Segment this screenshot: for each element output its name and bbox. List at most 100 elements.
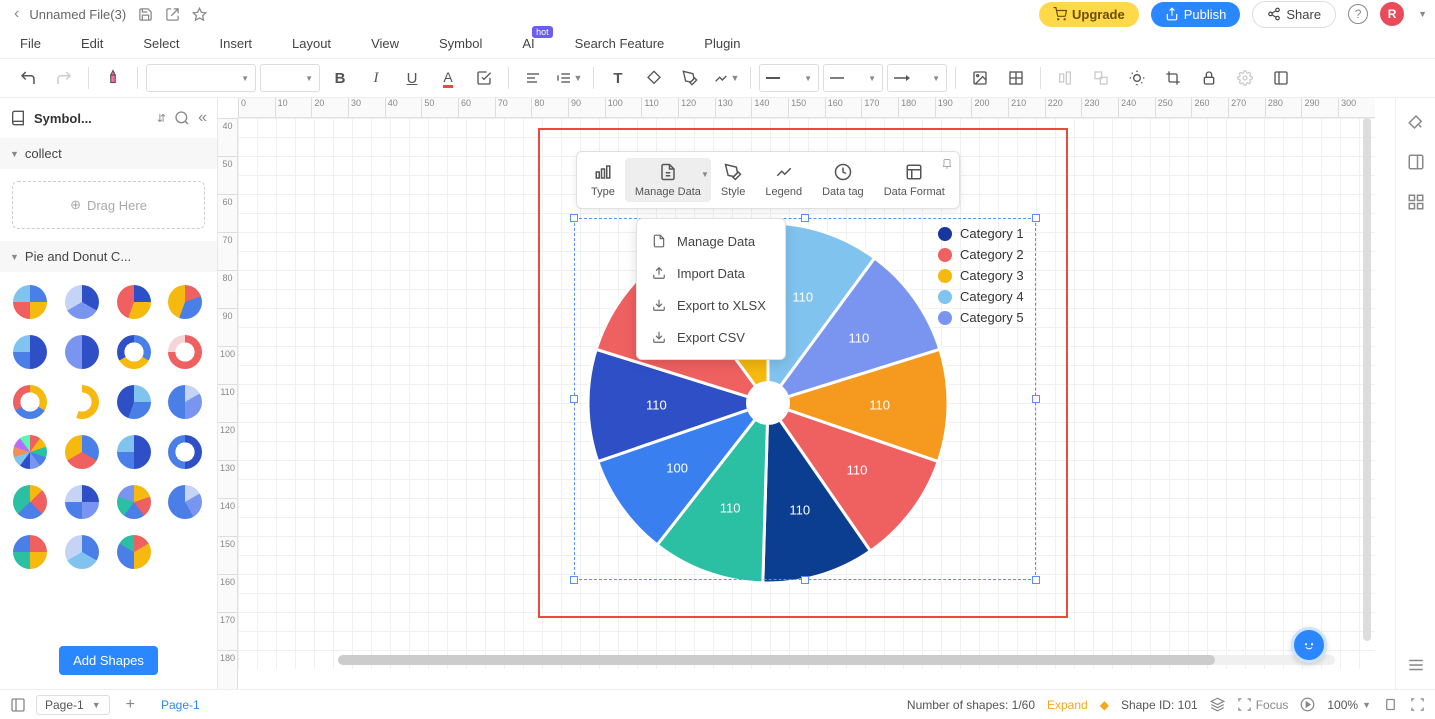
- section-collect[interactable]: ▼collect: [0, 138, 217, 169]
- drag-here-zone[interactable]: ⊕Drag Here: [12, 181, 205, 229]
- shape-thumbnail[interactable]: [62, 332, 102, 372]
- line-weight-select[interactable]: ▼: [759, 64, 819, 92]
- menu-select[interactable]: Select: [143, 36, 179, 51]
- underline-button[interactable]: U: [396, 62, 428, 94]
- toolbar-type[interactable]: Type: [581, 158, 625, 202]
- add-page-button[interactable]: +: [120, 696, 141, 714]
- shape-thumbnail[interactable]: [62, 482, 102, 522]
- menu-plugin[interactable]: Plugin: [704, 36, 740, 51]
- shape-thumbnail[interactable]: [62, 432, 102, 472]
- shape-thumbnail[interactable]: [10, 432, 50, 472]
- expand-button[interactable]: Expand: [1047, 698, 1088, 712]
- toolbar-legend[interactable]: Legend: [755, 158, 812, 202]
- layers-panel-icon[interactable]: [1404, 150, 1428, 174]
- dropdown-export-to-xlsx[interactable]: Export to XLSX: [637, 289, 785, 321]
- fill-panel-icon[interactable]: [1404, 110, 1428, 134]
- shape-thumbnail[interactable]: [114, 532, 154, 572]
- resize-handle[interactable]: [1032, 576, 1040, 584]
- shape-thumbnail[interactable]: [114, 482, 154, 522]
- shape-thumbnail[interactable]: [165, 432, 205, 472]
- bold-button[interactable]: B: [324, 62, 356, 94]
- menu-insert[interactable]: Insert: [220, 36, 253, 51]
- resize-handle[interactable]: [570, 214, 578, 222]
- arrow-style-select[interactable]: ▼: [887, 64, 947, 92]
- connector-button[interactable]: ▼: [710, 62, 742, 94]
- shape-thumbnail[interactable]: [165, 282, 205, 322]
- help-icon[interactable]: ?: [1348, 4, 1368, 24]
- share-button[interactable]: Share: [1252, 1, 1336, 28]
- resize-handle[interactable]: [801, 214, 809, 222]
- shape-thumbnail[interactable]: [10, 282, 50, 322]
- shape-thumbnail[interactable]: [10, 532, 50, 572]
- toolbar-manage[interactable]: Manage Data▼: [625, 158, 711, 202]
- shape-thumbnail[interactable]: [10, 382, 50, 422]
- page-selector[interactable]: Page-1▼: [36, 695, 110, 715]
- shape-thumbnail[interactable]: [165, 532, 205, 572]
- shape-thumbnail[interactable]: [10, 482, 50, 522]
- dropdown-export-csv[interactable]: Export CSV: [637, 321, 785, 353]
- star-icon[interactable]: [192, 7, 207, 22]
- menu-edit[interactable]: Edit: [81, 36, 103, 51]
- back-icon[interactable]: ‹: [8, 5, 25, 23]
- fullscreen-icon[interactable]: [1410, 697, 1425, 712]
- library-expand-icon[interactable]: ⇵: [157, 112, 166, 125]
- resize-handle[interactable]: [570, 395, 578, 403]
- shape-thumbnail[interactable]: [62, 382, 102, 422]
- add-shapes-button[interactable]: Add Shapes: [59, 646, 158, 675]
- crop-button[interactable]: [1157, 62, 1189, 94]
- line-spacing-button[interactable]: ▼: [553, 62, 585, 94]
- shape-thumbnail[interactable]: [62, 532, 102, 572]
- pin-icon[interactable]: [941, 158, 953, 170]
- dropdown-manage-data[interactable]: Manage Data: [637, 225, 785, 257]
- export-icon[interactable]: [165, 7, 180, 22]
- avatar[interactable]: R: [1380, 2, 1404, 26]
- effects-button[interactable]: [1121, 62, 1153, 94]
- font-color-button[interactable]: A: [432, 62, 464, 94]
- present-icon[interactable]: [1300, 697, 1315, 712]
- vertical-scrollbar[interactable]: [1363, 118, 1371, 669]
- publish-button[interactable]: Publish: [1151, 2, 1241, 27]
- highlight-button[interactable]: [468, 62, 500, 94]
- chatbot-icon[interactable]: [1291, 627, 1327, 663]
- italic-button[interactable]: I: [360, 62, 392, 94]
- resize-handle[interactable]: [1032, 395, 1040, 403]
- focus-button[interactable]: Focus: [1237, 697, 1289, 712]
- undo-button[interactable]: [12, 62, 44, 94]
- avatar-caret-icon[interactable]: ▼: [1418, 9, 1427, 19]
- upgrade-button[interactable]: Upgrade: [1039, 2, 1139, 27]
- shape-thumbnail[interactable]: [114, 382, 154, 422]
- shape-thumbnail[interactable]: [165, 332, 205, 372]
- section-pie-donut[interactable]: ▼Pie and Donut C...: [0, 241, 217, 272]
- fill-color-button[interactable]: [638, 62, 670, 94]
- resize-handle[interactable]: [801, 576, 809, 584]
- canvas[interactable]: 110110110110110110100110110110 Category …: [238, 118, 1375, 669]
- group-button[interactable]: [1085, 62, 1117, 94]
- toolbar-datatag[interactable]: Data tag: [812, 158, 874, 202]
- shape-thumbnail[interactable]: [114, 282, 154, 322]
- menu-search-feature[interactable]: Search Feature: [575, 36, 665, 51]
- toolbar-style[interactable]: Style: [711, 158, 755, 202]
- lock-button[interactable]: [1193, 62, 1225, 94]
- shape-thumbnail[interactable]: [165, 482, 205, 522]
- shape-thumbnail[interactable]: [114, 432, 154, 472]
- font-size-select[interactable]: ▼: [260, 64, 320, 92]
- resize-handle[interactable]: [1032, 214, 1040, 222]
- horizontal-scrollbar[interactable]: [338, 655, 1335, 665]
- resize-handle[interactable]: [570, 576, 578, 584]
- font-family-select[interactable]: ▼: [146, 64, 256, 92]
- more-panel-icon[interactable]: [1404, 653, 1428, 677]
- shape-thumbnail[interactable]: [10, 332, 50, 372]
- search-icon[interactable]: [174, 110, 190, 126]
- shape-thumbnail[interactable]: [165, 382, 205, 422]
- collapse-panel-icon[interactable]: «: [198, 109, 207, 127]
- layout-button[interactable]: [1265, 62, 1297, 94]
- save-icon[interactable]: [138, 7, 153, 22]
- align-objects-button[interactable]: [1049, 62, 1081, 94]
- settings-button[interactable]: [1229, 62, 1261, 94]
- menu-symbol[interactable]: Symbol: [439, 36, 482, 51]
- insert-image-button[interactable]: [964, 62, 996, 94]
- dropdown-import-data[interactable]: Import Data: [637, 257, 785, 289]
- shape-thumbnail[interactable]: [62, 282, 102, 322]
- page-tab[interactable]: Page-1: [151, 698, 210, 712]
- insert-table-button[interactable]: [1000, 62, 1032, 94]
